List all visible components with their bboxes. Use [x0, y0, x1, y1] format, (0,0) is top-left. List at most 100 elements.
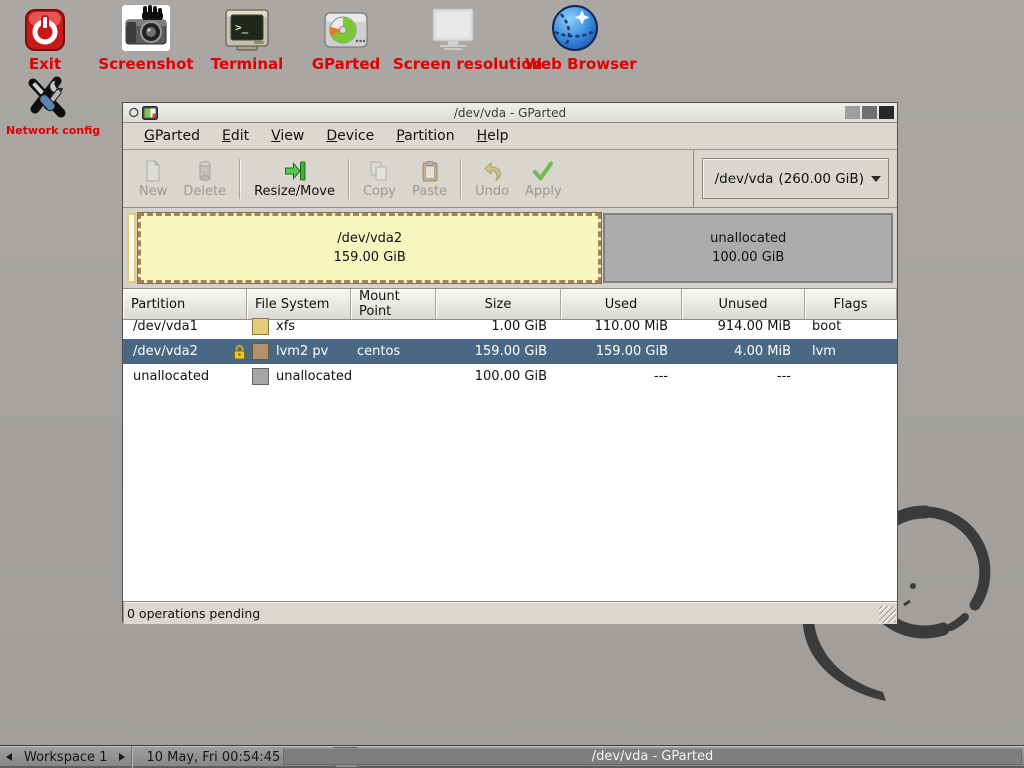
cell-unused: 4.00 MiB — [682, 339, 805, 364]
device-size: (260.00 GiB) — [778, 171, 864, 187]
visual-vda2-name: /dev/vda2 — [337, 229, 402, 248]
workspace-label[interactable]: Workspace 1 — [18, 750, 113, 765]
cell-used: 159.00 GiB — [561, 339, 682, 364]
desktop-icon-network-config[interactable]: Network config — [6, 72, 88, 137]
desktop-icon-terminal[interactable]: >_ Terminal — [199, 3, 295, 73]
toolbar-separator — [239, 159, 241, 199]
titlebar[interactable]: /dev/vda - GParted — [123, 103, 897, 123]
task-button-gparted[interactable]: /dev/vda - GParted — [283, 748, 1022, 765]
apply-label: Apply — [525, 184, 562, 199]
fs-color-swatch — [252, 343, 269, 360]
toolbar: New Delete Resize/Move — [123, 150, 897, 208]
desktop-icon-web-browser[interactable]: Web Browser — [525, 3, 625, 73]
cell-size: 100.00 GiB — [436, 364, 561, 389]
undo-button[interactable]: Undo — [467, 157, 517, 201]
desktop-icon-exit[interactable]: Exit — [13, 3, 77, 73]
cell-size: 1.00 GiB — [436, 314, 561, 339]
cell-flags: boot — [805, 314, 897, 339]
chevron-down-icon — [871, 176, 881, 182]
icon-label: Network config — [6, 124, 88, 137]
paste-icon — [418, 159, 442, 183]
svg-text:>_: >_ — [235, 21, 249, 34]
menu-partition[interactable]: Partition — [385, 125, 465, 147]
gparted-window: /dev/vda - GParted GParted Edit View Dev… — [122, 102, 898, 622]
visual-partition-vda1[interactable] — [127, 213, 136, 283]
cell-used: 110.00 MiB — [561, 314, 682, 339]
window-title: /dev/vda - GParted — [123, 106, 897, 120]
icon-label: Screenshot — [96, 55, 196, 73]
visual-vda2-size: 159.00 GiB — [334, 248, 406, 267]
delete-button[interactable]: Delete — [175, 157, 234, 201]
device-path: /dev/vda — [715, 171, 774, 187]
device-selector[interactable]: /dev/vda (260.00 GiB) — [702, 158, 889, 199]
globe-icon — [525, 3, 625, 52]
cell-filesystem: xfs — [247, 314, 351, 339]
resize-move-button[interactable]: Resize/Move — [246, 157, 343, 201]
toolbar-separator — [460, 159, 462, 199]
right-arrow-icon — [119, 753, 125, 761]
delete-label: Delete — [183, 184, 226, 199]
paste-button[interactable]: Paste — [404, 157, 455, 201]
cell-mountpoint: centos — [351, 339, 436, 364]
statusbar: 0 operations pending — [123, 601, 897, 624]
lock-icon — [233, 344, 246, 360]
cell-used: --- — [561, 364, 682, 389]
desktop-icon-gparted[interactable]: GParted — [306, 3, 386, 73]
taskbar: Workspace 1 10 May, Fri 00:54:45 /dev/vd… — [0, 745, 1024, 768]
cell-partition: unallocated — [123, 364, 247, 389]
visual-partition-vda2-selected[interactable]: /dev/vda2 159.00 GiB — [138, 213, 601, 283]
copy-button[interactable]: Copy — [355, 157, 404, 201]
icon-label: Exit — [13, 55, 77, 73]
next-workspace-button[interactable] — [113, 746, 131, 768]
fs-color-swatch — [252, 318, 269, 335]
icon-label: Terminal — [199, 55, 295, 73]
toolbar-separator — [348, 159, 350, 199]
cell-unused: --- — [682, 364, 805, 389]
desktop-icon-screenshot[interactable]: Screenshot — [96, 3, 196, 73]
visual-unalloc-name: unallocated — [710, 229, 786, 248]
cell-filesystem: lvm2 pv — [247, 339, 351, 364]
cell-flags — [805, 364, 897, 389]
clock: 10 May, Fri 00:54:45 — [132, 750, 294, 765]
prev-workspace-button[interactable] — [0, 746, 18, 768]
menu-gparted[interactable]: GParted — [133, 125, 211, 147]
menu-device[interactable]: Device — [315, 125, 385, 147]
cell-mountpoint — [351, 364, 436, 389]
cell-size: 159.00 GiB — [436, 339, 561, 364]
table-row-vda2-selected[interactable]: /dev/vda2 lvm2 pv centos 159.00 GiB 159.… — [123, 339, 897, 364]
icon-label: Web Browser — [525, 55, 625, 73]
table-row-vda1[interactable]: /dev/vda1 xfs 1.00 GiB 110.00 MiB 914.00… — [123, 314, 897, 339]
new-button[interactable]: New — [131, 157, 175, 201]
menu-view[interactable]: View — [260, 125, 315, 147]
debian-swirl-icon — [127, 106, 139, 119]
new-partition-icon — [141, 159, 165, 183]
desktop-icon-screen-resolution[interactable]: Screen resolution — [393, 3, 513, 73]
resize-move-icon — [283, 159, 307, 183]
disk-pie-icon — [306, 3, 386, 52]
maximize-button[interactable] — [862, 106, 877, 119]
minimize-button[interactable] — [845, 106, 860, 119]
disk-visual-bar: /dev/vda2 159.00 GiB unallocated 100.00 … — [123, 208, 897, 289]
undo-icon — [480, 159, 504, 183]
task-title: /dev/vda - GParted — [592, 749, 714, 764]
close-button[interactable] — [879, 106, 894, 119]
left-arrow-icon — [6, 753, 12, 761]
delete-partition-icon — [193, 159, 217, 183]
table-row-unallocated[interactable]: unallocated unallocated 100.00 GiB --- -… — [123, 364, 897, 389]
table-header: Partition File System Mount Point Size U… — [123, 289, 897, 314]
apply-button[interactable]: Apply — [517, 157, 570, 201]
menu-help[interactable]: Help — [466, 125, 520, 147]
crt-terminal-icon: >_ — [199, 3, 295, 52]
resize-grip[interactable] — [879, 606, 896, 623]
cell-flags: lvm — [805, 339, 897, 364]
fs-color-swatch — [252, 368, 269, 385]
camera-icon — [96, 3, 196, 52]
new-label: New — [139, 184, 167, 199]
visual-unalloc-size: 100.00 GiB — [712, 248, 784, 267]
visual-unallocated[interactable]: unallocated 100.00 GiB — [603, 213, 893, 283]
disk-device-icon — [709, 169, 710, 188]
menu-edit[interactable]: Edit — [211, 125, 260, 147]
partition-table: Partition File System Mount Point Size U… — [123, 289, 897, 601]
paste-label: Paste — [412, 184, 447, 199]
icon-label: GParted — [306, 55, 386, 73]
